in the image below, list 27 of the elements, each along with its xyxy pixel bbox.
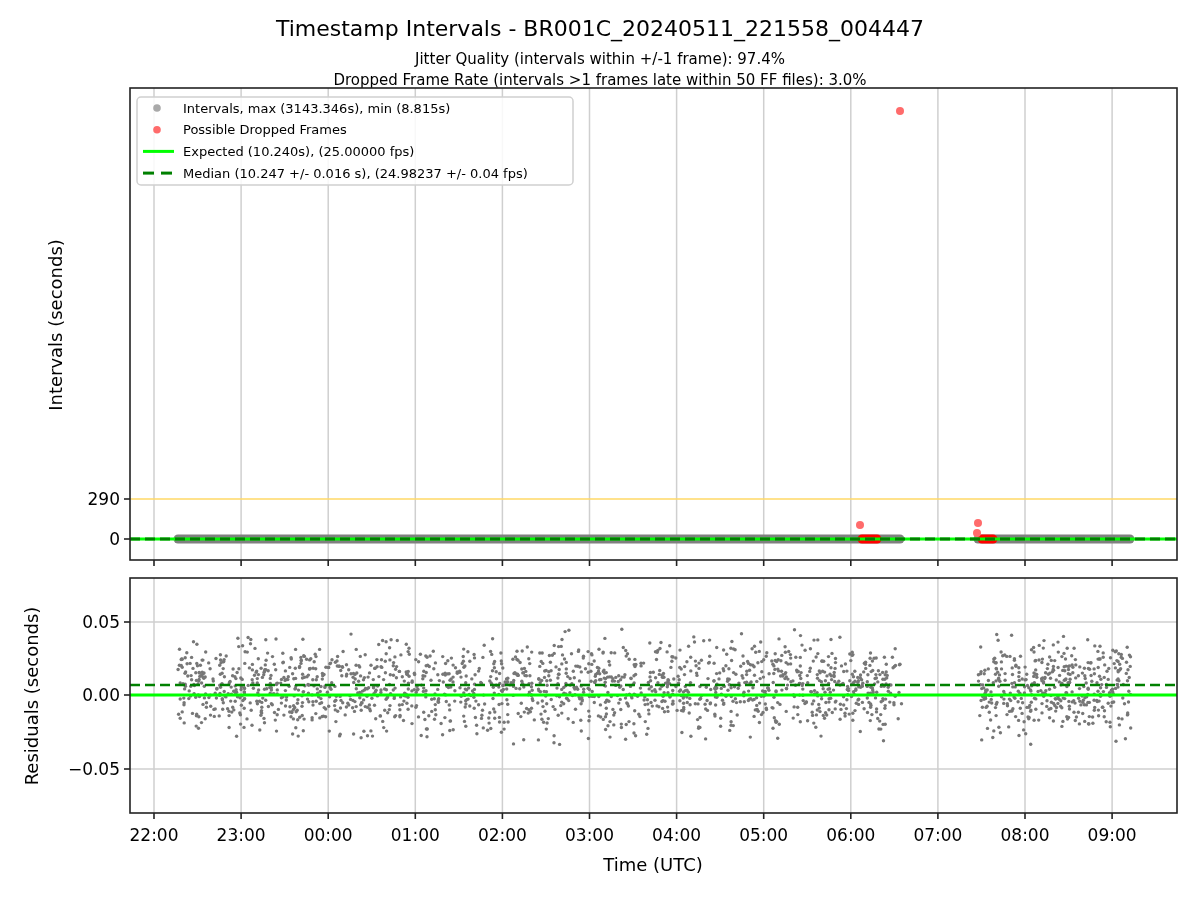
legend-label: Possible Dropped Frames (183, 122, 347, 138)
x-tick-label: 22:00 (129, 825, 179, 845)
x-tick-label: 06:00 (826, 825, 876, 845)
legend-label: Expected (10.240s), (25.00000 fps) (183, 143, 415, 159)
y-tick-label: 0.00 (82, 685, 120, 705)
legend-label: Median (10.247 +/- 0.016 s), (24.98237 +/- 0.04 fps) (183, 165, 528, 181)
y-tick-label: 290 (87, 489, 120, 509)
chart-title: Timestamp Intervals - BR001C_20240511_221558_004447 (275, 16, 925, 41)
y-tick-label: 0 (109, 529, 120, 549)
y-axis-label: Intervals (seconds) (45, 239, 66, 411)
x-tick-label: 09:00 (1087, 825, 1137, 845)
x-tick-label: 00:00 (303, 825, 353, 845)
chart-subtitle: Jitter Quality (intervals within +/-1 frame): 97.4% (415, 50, 785, 68)
x-tick-label: 01:00 (390, 825, 440, 845)
x-tick-label: 23:00 (216, 825, 266, 845)
y-axis-label: Residuals (seconds) (21, 606, 42, 786)
x-tick-label: 02:00 (477, 825, 527, 845)
chart-subtitle: Dropped Frame Rate (intervals >1 frames late within 50 FF files): 3.0% (333, 71, 867, 89)
x-tick-label: 05:00 (739, 825, 789, 845)
x-axis-label: Time (UTC) (603, 854, 703, 875)
y-tick-label: 0.05 (82, 612, 120, 632)
x-tick-label: 07:00 (913, 825, 963, 845)
x-tick-label: 08:00 (1000, 825, 1050, 845)
x-tick-label: 04:00 (652, 825, 702, 845)
x-tick-label: 03:00 (565, 825, 614, 845)
y-tick-label: −0.05 (67, 759, 120, 779)
legend-label: Intervals, max (3143.346s), min (8.815s) (183, 100, 451, 116)
